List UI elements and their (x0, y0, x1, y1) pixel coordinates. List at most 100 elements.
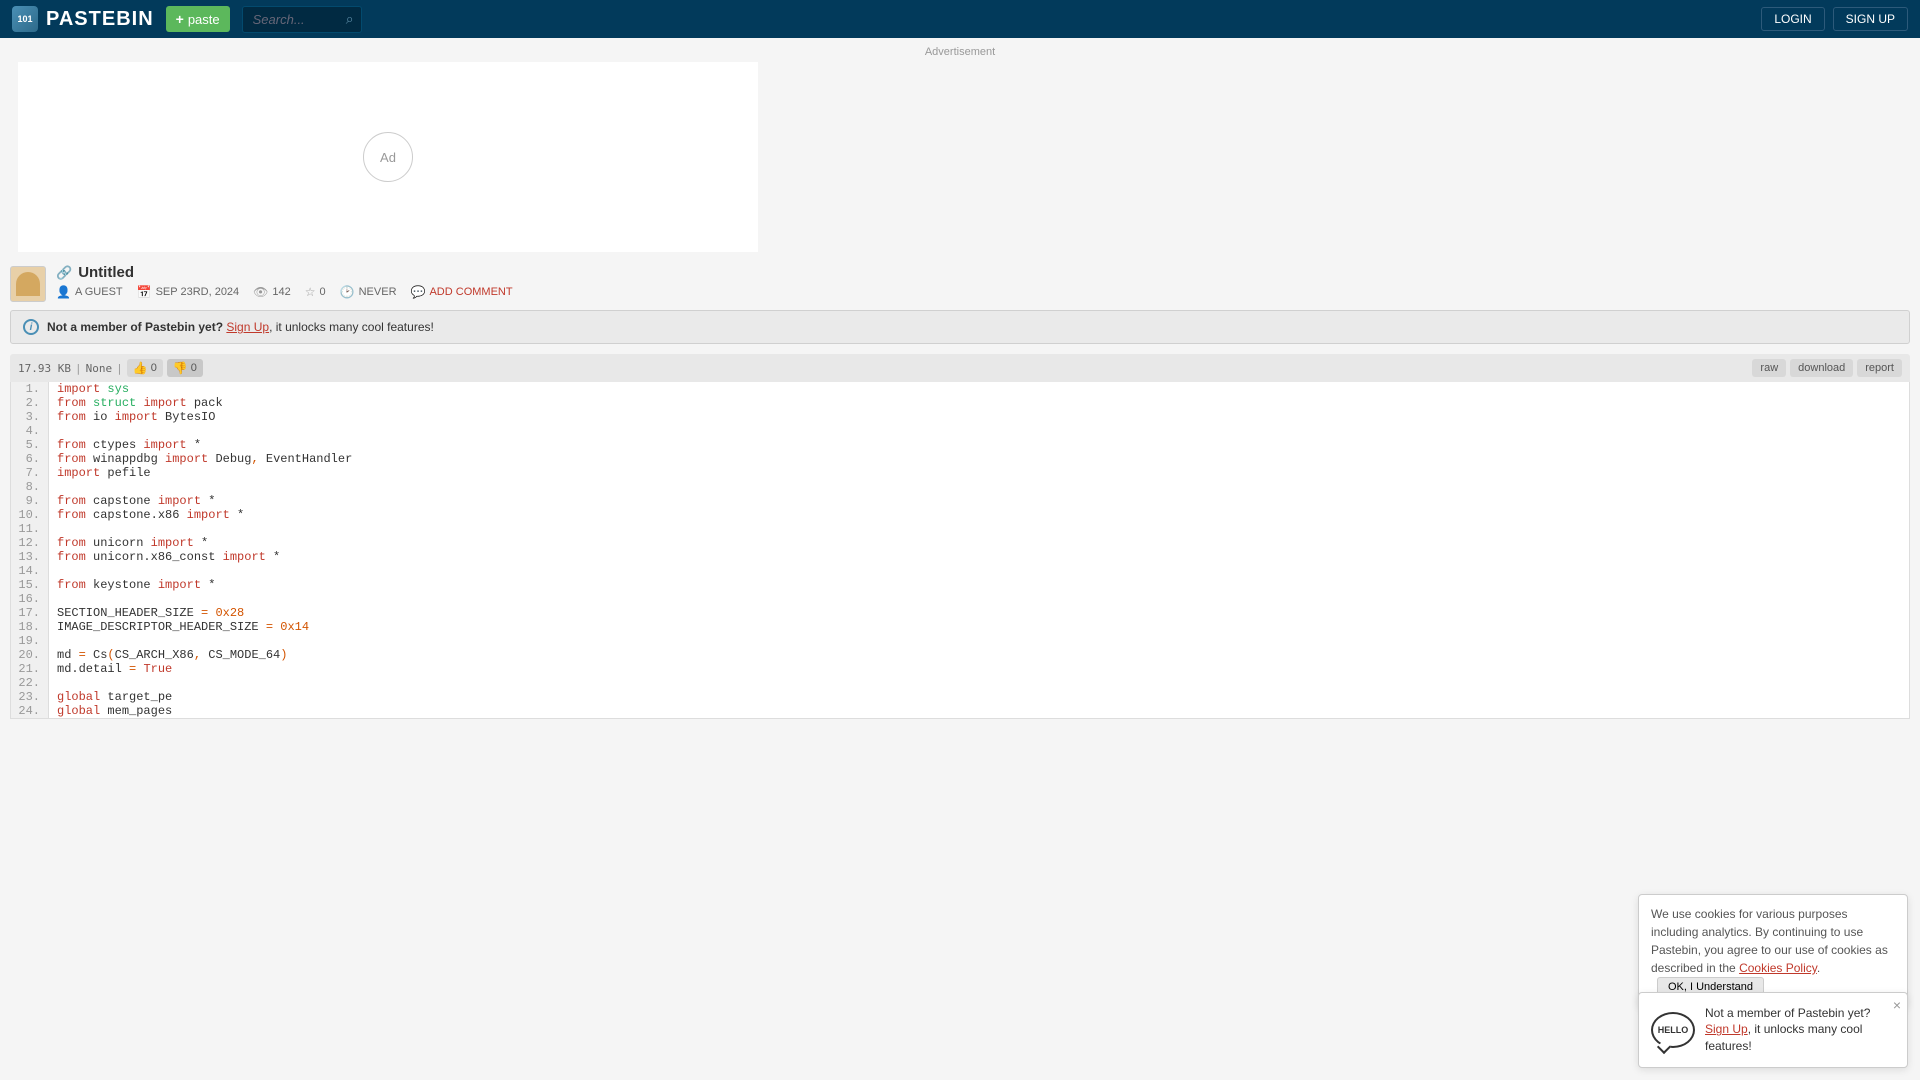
paste-title-row: 🔗 Untitled (56, 264, 1910, 281)
code-line: 20.md = Cs(CS_ARCH_X86, CS_MODE_64) (11, 648, 1909, 662)
ad-slot[interactable]: Ad (18, 62, 758, 252)
paste-toolbar: 17.93 KB | None | 👍0 👎0 raw download rep… (10, 354, 1910, 382)
line-number: 6. (11, 452, 49, 466)
logo[interactable]: PASTEBIN (12, 6, 154, 32)
code-line: 24.global mem_pages (11, 704, 1909, 718)
code-line: 5.from ctypes import * (11, 438, 1909, 452)
code-line: 8. (11, 480, 1909, 494)
line-number: 10. (11, 508, 49, 522)
search-icon[interactable]: ⌕ (346, 11, 354, 28)
line-number: 1. (11, 382, 49, 396)
line-content: global mem_pages (49, 704, 1909, 718)
line-content: from struct import pack (49, 396, 1909, 410)
search-box: ⌕ (242, 6, 362, 33)
line-content (49, 634, 1909, 648)
code-line: 22. (11, 676, 1909, 690)
close-icon[interactable]: × (1893, 997, 1901, 1013)
line-number: 24. (11, 704, 49, 718)
cookies-policy-link[interactable]: Cookies Policy (1739, 961, 1817, 975)
line-content (49, 480, 1909, 494)
line-content (49, 592, 1909, 606)
add-comment-link[interactable]: 💬ADD COMMENT (411, 285, 513, 299)
header-right: LOGIN SIGN UP (1761, 7, 1908, 31)
code-line: 16. (11, 592, 1909, 606)
code-line: 3.from io import BytesIO (11, 410, 1909, 424)
line-content (49, 564, 1909, 578)
line-content (49, 424, 1909, 438)
banner-signup-link[interactable]: Sign Up (226, 320, 269, 334)
code-area[interactable]: 1.import sys2.from struct import pack3.f… (10, 382, 1910, 719)
line-number: 5. (11, 438, 49, 452)
cookie-banner: We use cookies for various purposes incl… (1638, 894, 1908, 1008)
login-button[interactable]: LOGIN (1761, 7, 1824, 31)
hello-text: Not a member of Pastebin yet? Sign Up, i… (1705, 1005, 1895, 1055)
code-line: 21.md.detail = True (11, 662, 1909, 676)
thumbs-down-icon: 👎 (173, 361, 188, 375)
line-number: 3. (11, 410, 49, 424)
code-line: 19. (11, 634, 1909, 648)
line-content: from capstone.x86 import * (49, 508, 1909, 522)
user-icon: 👤 (56, 285, 71, 299)
file-size: 17.93 KB (18, 362, 71, 375)
line-content: from winappdbg import Debug, EventHandle… (49, 452, 1909, 466)
report-button[interactable]: report (1857, 359, 1902, 377)
toolbar-right: raw download report (1752, 359, 1902, 377)
download-button[interactable]: download (1790, 359, 1853, 377)
line-number: 21. (11, 662, 49, 676)
hello-popup: × HELLO Not a member of Pastebin yet? Si… (1638, 992, 1908, 1068)
code-line: 11. (11, 522, 1909, 536)
line-number: 19. (11, 634, 49, 648)
line-content (49, 522, 1909, 536)
thumbs-up-icon: 👍 (133, 361, 148, 375)
plus-icon: + (176, 11, 184, 27)
line-content: from ctypes import * (49, 438, 1909, 452)
code-line: 7.import pefile (11, 466, 1909, 480)
calendar-icon: 📅 (137, 285, 152, 299)
dislike-button[interactable]: 👎0 (167, 359, 203, 377)
line-number: 4. (11, 424, 49, 438)
star-icon: ☆ (305, 285, 316, 299)
toolbar-left: 17.93 KB | None | 👍0 👎0 (18, 359, 203, 377)
hello-signup-link[interactable]: Sign Up (1705, 1022, 1748, 1036)
code-line: 6.from winappdbg import Debug, EventHand… (11, 452, 1909, 466)
eye-icon: 👁 (253, 285, 268, 299)
search-input[interactable] (242, 6, 362, 33)
avatar[interactable] (10, 266, 46, 302)
meta-expiry: 🕑NEVER (340, 285, 397, 299)
paste-button-label: paste (188, 12, 220, 27)
paste-title: Untitled (78, 264, 134, 281)
line-content: import sys (49, 382, 1909, 396)
code-line: 4. (11, 424, 1909, 438)
main-header: PASTEBIN + paste ⌕ LOGIN SIGN UP (0, 0, 1920, 38)
ad-placeholder-icon: Ad (363, 132, 413, 182)
code-line: 10.from capstone.x86 import * (11, 508, 1909, 522)
line-number: 9. (11, 494, 49, 508)
meta-views: 👁142 (253, 285, 291, 299)
line-content: from io import BytesIO (49, 410, 1909, 424)
raw-button[interactable]: raw (1752, 359, 1786, 377)
line-content: SECTION_HEADER_SIZE = 0x28 (49, 606, 1909, 620)
code-line: 17.SECTION_HEADER_SIZE = 0x28 (11, 606, 1909, 620)
line-number: 11. (11, 522, 49, 536)
signup-button[interactable]: SIGN UP (1833, 7, 1908, 31)
code-line: 14. (11, 564, 1909, 578)
line-content: md = Cs(CS_ARCH_X86, CS_MODE_64) (49, 648, 1909, 662)
meta-date: 📅SEP 23RD, 2024 (137, 285, 240, 299)
line-number: 7. (11, 466, 49, 480)
link-icon: 🔗 (56, 265, 72, 281)
line-number: 17. (11, 606, 49, 620)
line-number: 15. (11, 578, 49, 592)
line-number: 23. (11, 690, 49, 704)
line-number: 12. (11, 536, 49, 550)
line-content: md.detail = True (49, 662, 1909, 676)
like-button[interactable]: 👍0 (127, 359, 163, 377)
ad-label: Advertisement (0, 46, 1920, 58)
code-line: 9.from capstone import * (11, 494, 1909, 508)
line-content: from unicorn import * (49, 536, 1909, 550)
line-number: 13. (11, 550, 49, 564)
line-content: IMAGE_DESCRIPTOR_HEADER_SIZE = 0x14 (49, 620, 1909, 634)
new-paste-button[interactable]: + paste (166, 6, 230, 32)
line-content: from capstone import * (49, 494, 1909, 508)
comment-icon: 💬 (411, 285, 426, 299)
code-line: 15.from keystone import * (11, 578, 1909, 592)
